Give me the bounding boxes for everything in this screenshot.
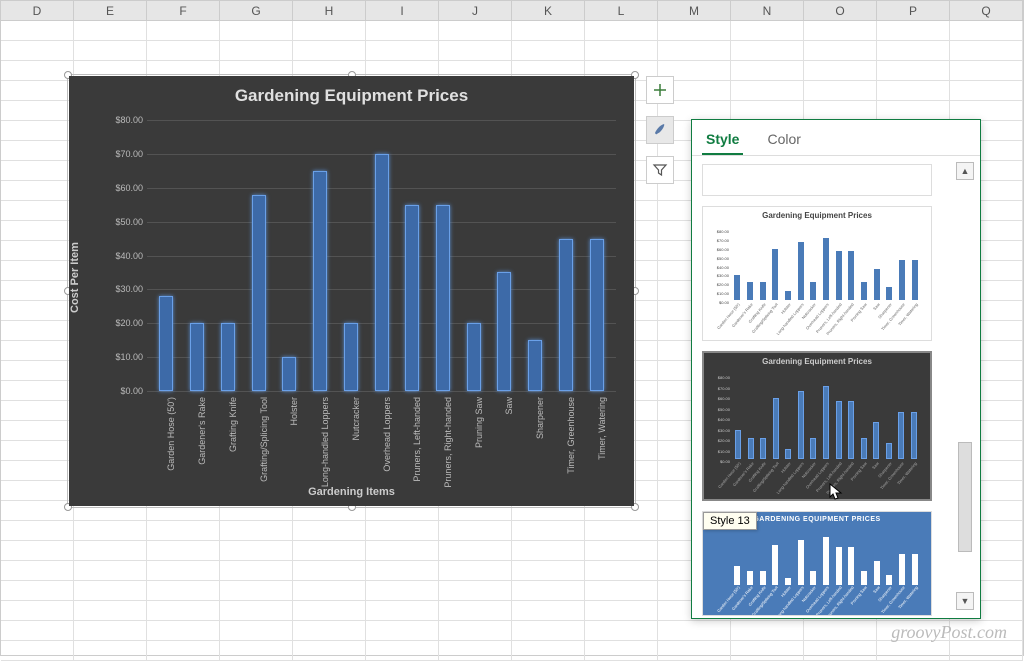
column-header[interactable]: G xyxy=(220,1,293,20)
panel-tabs: Style Color xyxy=(692,120,980,156)
column-header[interactable]: O xyxy=(804,1,877,20)
bar[interactable] xyxy=(405,205,419,391)
chart-elements-button[interactable] xyxy=(646,76,674,104)
chart-filters-button[interactable] xyxy=(646,156,674,184)
x-axis-labels: Garden Hose (50')Gardener's RakeGrafting… xyxy=(147,395,616,481)
chart-styles-panel: Style Color Gardening Equipment Prices $… xyxy=(691,119,981,619)
scroll-thumb[interactable] xyxy=(958,442,972,552)
column-header[interactable]: M xyxy=(658,1,731,20)
column-header[interactable]: D xyxy=(1,1,74,20)
style-thumbnail-partial[interactable] xyxy=(702,164,932,196)
bar[interactable] xyxy=(344,323,358,391)
scroll-down-button[interactable]: ▼ xyxy=(956,592,974,610)
column-header[interactable]: Q xyxy=(950,1,1023,20)
bar[interactable] xyxy=(221,323,235,391)
chart-object[interactable]: Gardening Equipment Prices Cost Per Item… xyxy=(69,76,634,506)
bar[interactable] xyxy=(159,296,173,391)
bar[interactable] xyxy=(282,357,296,391)
y-axis-title[interactable]: Cost Per Item xyxy=(69,242,81,313)
bar[interactable] xyxy=(252,195,266,391)
bar[interactable] xyxy=(190,323,204,391)
chart-title[interactable]: Gardening Equipment Prices xyxy=(69,76,634,106)
style-thumbnails: Gardening Equipment Prices $0.00$10.00$2… xyxy=(702,164,942,616)
bar[interactable] xyxy=(436,205,450,391)
column-header[interactable]: K xyxy=(512,1,585,20)
style-thumbnail-dark-selected[interactable]: Gardening Equipment Prices $0.00$10.00$2… xyxy=(702,351,932,501)
x-axis-title[interactable]: Gardening Items xyxy=(69,486,634,498)
bar[interactable] xyxy=(590,239,604,391)
bar[interactable] xyxy=(528,340,542,391)
bar[interactable] xyxy=(375,154,389,391)
watermark: groovyPost.com xyxy=(891,622,1007,643)
tab-color[interactable]: Color xyxy=(763,125,804,155)
column-header[interactable]: E xyxy=(74,1,147,20)
column-header[interactable]: H xyxy=(293,1,366,20)
style-tooltip: Style 13 xyxy=(703,512,757,530)
column-header[interactable]: P xyxy=(877,1,950,20)
panel-scrollbar[interactable]: ▲ ▼ xyxy=(956,162,974,610)
column-header[interactable]: I xyxy=(366,1,439,20)
bar[interactable] xyxy=(467,323,481,391)
bar[interactable] xyxy=(559,239,573,391)
bar[interactable] xyxy=(313,171,327,391)
style-thumbnail-light[interactable]: Gardening Equipment Prices $0.00$10.00$2… xyxy=(702,206,932,341)
plus-icon xyxy=(652,82,668,98)
plot-area[interactable] xyxy=(147,120,616,391)
chart-side-buttons xyxy=(646,76,676,196)
chart-area[interactable]: Gardening Equipment Prices Cost Per Item… xyxy=(69,76,634,506)
column-header[interactable]: J xyxy=(439,1,512,20)
column-header-row: DEFGHIJKLMNOPQ xyxy=(1,1,1023,21)
column-header[interactable]: N xyxy=(731,1,804,20)
bar[interactable] xyxy=(497,272,511,391)
y-axis-labels: $0.00$10.00$20.00$30.00$40.00$50.00$60.0… xyxy=(107,120,145,391)
bar-series[interactable] xyxy=(147,120,616,391)
brush-icon xyxy=(652,122,668,138)
column-header[interactable]: L xyxy=(585,1,658,20)
funnel-icon xyxy=(652,162,668,178)
column-header[interactable]: F xyxy=(147,1,220,20)
mouse-cursor-icon xyxy=(829,483,843,501)
chart-styles-button[interactable] xyxy=(646,116,674,144)
tab-style[interactable]: Style xyxy=(702,125,743,155)
panel-body: Gardening Equipment Prices $0.00$10.00$2… xyxy=(692,156,980,618)
scroll-up-button[interactable]: ▲ xyxy=(956,162,974,180)
